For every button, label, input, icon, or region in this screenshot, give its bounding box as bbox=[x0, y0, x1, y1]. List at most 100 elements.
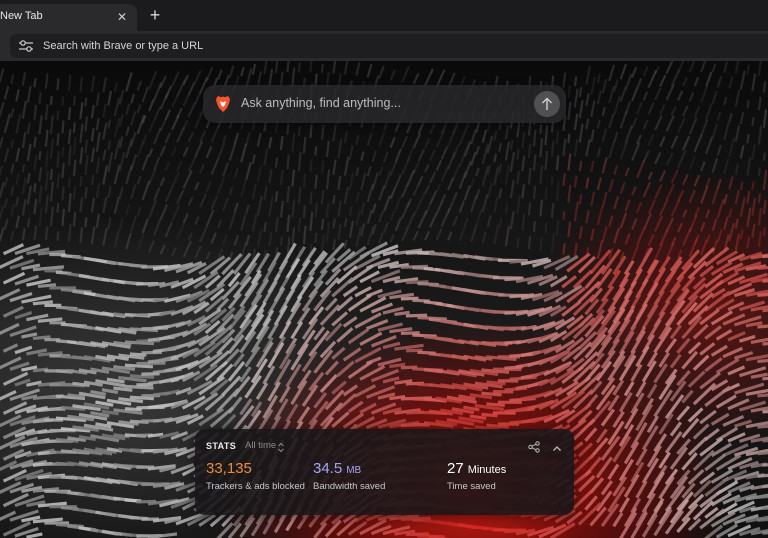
chevron-up-icon[interactable] bbox=[552, 441, 562, 451]
background-block bbox=[424, 164, 430, 173]
background-block bbox=[176, 79, 186, 98]
background-block bbox=[401, 66, 410, 83]
background-block bbox=[153, 127, 162, 145]
background-block bbox=[285, 403, 299, 423]
background-block bbox=[228, 186, 234, 196]
background-block bbox=[113, 230, 120, 248]
background-block bbox=[440, 208, 451, 227]
background-block bbox=[762, 308, 768, 313]
background-block bbox=[263, 148, 269, 166]
background-block bbox=[424, 137, 431, 149]
background-block bbox=[268, 136, 273, 149]
background-block bbox=[262, 365, 276, 385]
background-block bbox=[682, 77, 688, 87]
background-block bbox=[700, 239, 708, 256]
background-block bbox=[107, 119, 112, 129]
close-icon[interactable]: ✕ bbox=[115, 10, 129, 24]
background-block bbox=[279, 169, 284, 185]
background-block bbox=[263, 186, 268, 201]
site-settings-icon[interactable] bbox=[18, 39, 34, 53]
background-block bbox=[619, 140, 629, 160]
background-block bbox=[44, 129, 49, 147]
background-block bbox=[751, 143, 756, 160]
background-block bbox=[61, 120, 65, 134]
background-block bbox=[509, 211, 515, 230]
background-block bbox=[429, 212, 438, 228]
background-block bbox=[233, 234, 239, 246]
search-submit-button[interactable] bbox=[534, 91, 560, 117]
background-block bbox=[654, 87, 662, 101]
background-block bbox=[2, 343, 19, 353]
background-block bbox=[90, 389, 107, 396]
stats-range-select[interactable]: All time bbox=[245, 440, 276, 451]
background-block bbox=[56, 110, 60, 121]
background-block bbox=[67, 74, 72, 91]
background-block bbox=[113, 386, 133, 392]
background-block bbox=[84, 154, 89, 175]
background-block bbox=[336, 327, 354, 343]
background-block bbox=[159, 145, 167, 157]
background-block bbox=[325, 169, 331, 190]
background-block bbox=[636, 134, 642, 145]
background-block bbox=[567, 221, 572, 238]
background-block bbox=[342, 347, 362, 362]
background-block bbox=[124, 384, 154, 390]
background-block bbox=[573, 175, 578, 188]
background-block bbox=[688, 61, 696, 73]
search-box[interactable]: Ask anything, find anything... bbox=[203, 85, 566, 123]
background-block bbox=[343, 61, 349, 75]
background-block bbox=[279, 200, 285, 218]
background-block bbox=[348, 205, 353, 216]
background-block bbox=[256, 195, 263, 216]
background-block bbox=[631, 117, 638, 129]
background-block bbox=[728, 76, 734, 89]
background-block bbox=[440, 165, 450, 182]
background-block bbox=[728, 208, 733, 218]
background-block bbox=[14, 310, 33, 320]
background-block bbox=[44, 73, 49, 89]
background-block bbox=[401, 185, 409, 198]
background-block bbox=[711, 63, 717, 73]
background-block bbox=[49, 206, 54, 227]
background-block bbox=[447, 129, 457, 147]
background-block bbox=[44, 194, 49, 214]
background-block bbox=[159, 114, 169, 132]
background-block bbox=[435, 159, 443, 172]
background-block bbox=[148, 200, 158, 219]
background-block bbox=[600, 285, 615, 303]
chevron-updown-icon[interactable] bbox=[277, 440, 285, 453]
background-block bbox=[458, 225, 467, 242]
background-block bbox=[618, 497, 630, 513]
background-block bbox=[504, 226, 511, 246]
background-block bbox=[332, 194, 336, 205]
background-block bbox=[624, 199, 631, 212]
tab-new-tab[interactable]: New Tab ✕ bbox=[0, 4, 137, 31]
background-block bbox=[498, 163, 503, 174]
background-block bbox=[624, 73, 633, 91]
background-block bbox=[21, 72, 27, 86]
background-block bbox=[262, 280, 278, 305]
background-block bbox=[205, 251, 211, 260]
background-block bbox=[635, 278, 649, 299]
background-block bbox=[279, 71, 284, 87]
new-tab-button[interactable]: + bbox=[146, 6, 164, 24]
background-block bbox=[762, 279, 768, 283]
background-block bbox=[342, 384, 359, 397]
background-block bbox=[623, 260, 635, 276]
background-block bbox=[412, 230, 419, 241]
background-block bbox=[716, 144, 722, 156]
background-block bbox=[141, 86, 150, 103]
background-block bbox=[332, 61, 337, 74]
background-block bbox=[475, 145, 480, 156]
address-bar[interactable]: Search with Brave or type a URL bbox=[10, 34, 768, 58]
background-block bbox=[458, 200, 466, 213]
background-block bbox=[682, 105, 689, 117]
background-block bbox=[320, 124, 325, 140]
background-block bbox=[585, 118, 590, 130]
background-block bbox=[654, 152, 662, 165]
share-icon[interactable] bbox=[528, 440, 540, 453]
background-block bbox=[693, 174, 701, 187]
background-block bbox=[704, 357, 723, 373]
background-block bbox=[612, 512, 624, 528]
background-block bbox=[171, 114, 180, 131]
